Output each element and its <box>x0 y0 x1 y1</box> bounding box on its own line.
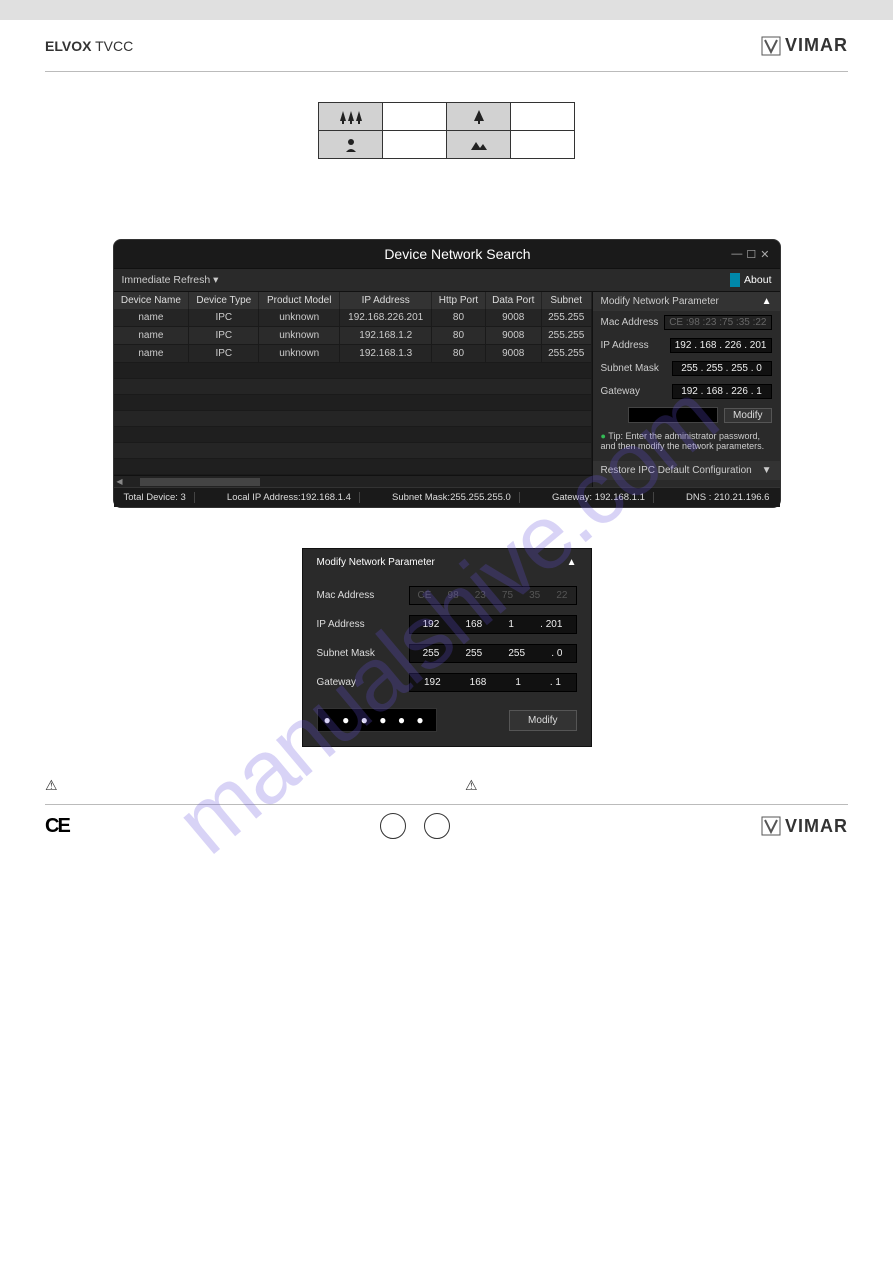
about-button[interactable]: About <box>730 273 771 287</box>
dns-titlebar: Device Network Search — ☐ ✕ <box>114 240 780 268</box>
modify-network-panel: Modify Network Parameter ▲ Mac Address C… <box>592 292 780 487</box>
dns-title: Device Network Search <box>384 246 530 262</box>
brand-light: TVCC <box>95 38 133 54</box>
vimar-text: VIMAR <box>785 816 848 837</box>
ip-label: IP Address <box>601 340 649 351</box>
mac-field: CE :98 :23 :75 :35 :22 <box>664 315 771 330</box>
empty-cell <box>383 103 447 131</box>
person-icon <box>343 137 359 153</box>
password-input[interactable]: ● ● ● ● ● ● <box>317 708 437 732</box>
refresh-dropdown[interactable]: Immediate Refresh ▾ <box>122 274 219 286</box>
brand-logo-right: VIMAR <box>761 35 848 56</box>
tree-icon-cell <box>447 103 511 131</box>
subnet-label: Subnet Mask <box>601 363 659 374</box>
landscape-icon <box>470 138 488 152</box>
about-label: About <box>744 274 771 286</box>
vimar-mark-icon <box>761 36 781 56</box>
warning-icon: ⚠ <box>465 777 478 794</box>
ip-label: IP Address <box>317 619 397 630</box>
gateway-field[interactable]: 1921681. 1 <box>409 673 577 692</box>
brand-left: ELVOX TVCC <box>45 38 133 54</box>
person-icon-cell <box>319 131 383 159</box>
dns-toolbar: Immediate Refresh ▾ About <box>114 268 780 292</box>
close-button[interactable]: ✕ <box>760 248 769 261</box>
col-product-model[interactable]: Product Model <box>259 292 340 309</box>
vimar-mark-icon <box>761 816 781 836</box>
status-total: Total Device: 3 <box>122 492 195 503</box>
mac-label: Mac Address <box>601 317 659 328</box>
mac-label: Mac Address <box>317 590 397 601</box>
collapse-icon[interactable]: ▲ <box>762 296 772 307</box>
empty-cell <box>511 103 575 131</box>
status-bar: Total Device: 3 Local IP Address:192.168… <box>114 487 780 507</box>
landscape-icon-cell <box>447 131 511 159</box>
device-list-pane: Device Name Device Type Product Model IP… <box>114 292 592 487</box>
expand-icon[interactable]: ▼ <box>762 465 772 476</box>
col-device-name[interactable]: Device Name <box>114 292 189 309</box>
col-data-port[interactable]: Data Port <box>485 292 541 309</box>
gateway-field[interactable]: 192 . 168 . 226 . 1 <box>672 384 772 399</box>
table-row[interactable]: nameIPCunknown192.168.1.2809008255.255 <box>114 327 592 345</box>
mnp2-title: Modify Network Parameter <box>317 557 435 568</box>
gateway-label: Gateway <box>317 677 397 688</box>
subnet-field[interactable]: 255 . 255 . 255 . 0 <box>672 361 772 376</box>
collapse-icon[interactable]: ▲ <box>567 557 577 568</box>
modify-network-panel-detail: Modify Network Parameter ▲ Mac Address C… <box>302 548 592 747</box>
warning-icon: ⚠ <box>45 777 58 794</box>
restore-label[interactable]: Restore IPC Default Configuration <box>601 465 752 476</box>
tree-icon <box>471 109 487 125</box>
page-circle <box>380 813 406 839</box>
vimar-text: VIMAR <box>785 35 848 56</box>
modify-button[interactable]: Modify <box>724 408 771 423</box>
header-rule <box>45 71 848 72</box>
device-network-search-window: Device Network Search — ☐ ✕ Immediate Re… <box>113 239 781 508</box>
status-dns: DNS : 210.21.196.6 <box>678 492 771 503</box>
gateway-label: Gateway <box>601 386 640 397</box>
status-local-ip: Local IP Address:192.168.1.4 <box>219 492 360 503</box>
window-topbar <box>0 0 893 20</box>
brand-logo-footer: VIMAR <box>761 816 848 837</box>
page-circle <box>424 813 450 839</box>
about-icon <box>730 273 740 287</box>
maximize-button[interactable]: ☐ <box>746 248 756 261</box>
footer-rule <box>45 804 848 805</box>
col-ip-address[interactable]: IP Address <box>340 292 432 309</box>
table-row[interactable]: nameIPCunknown192.168.1.3809008255.255 <box>114 345 592 363</box>
trees-icon <box>338 109 364 125</box>
status-subnet: Subnet Mask:255.255.255.0 <box>384 492 520 503</box>
table-row[interactable]: nameIPCunknown192.168.226.201809008255.2… <box>114 309 592 327</box>
modify-button[interactable]: Modify <box>509 710 576 731</box>
icon-legend-table <box>318 102 575 159</box>
device-table: Device Name Device Type Product Model IP… <box>114 292 592 475</box>
page-footer: CE VIMAR <box>0 813 893 859</box>
empty-cell <box>511 131 575 159</box>
col-http-port[interactable]: Http Port <box>432 292 485 309</box>
ip-field[interactable]: 192 . 168 . 226 . 201 <box>670 338 772 353</box>
page-header: ELVOX TVCC VIMAR <box>0 20 893 66</box>
col-subnet[interactable]: Subnet <box>541 292 591 309</box>
subnet-label: Subnet Mask <box>317 648 397 659</box>
empty-cell <box>383 131 447 159</box>
trees-icon-cell <box>319 103 383 131</box>
subnet-field[interactable]: 255255255. 0 <box>409 644 577 663</box>
mnp-title: Modify Network Parameter <box>601 296 719 307</box>
col-device-type[interactable]: Device Type <box>189 292 259 309</box>
minimize-button[interactable]: — <box>731 248 742 260</box>
ce-mark: CE <box>45 815 69 838</box>
password-input[interactable] <box>628 407 718 423</box>
brand-bold: ELVOX <box>45 38 91 54</box>
status-gateway: Gateway: 192.168.1.1 <box>544 492 654 503</box>
ip-field[interactable]: 1921681. 201 <box>409 615 577 634</box>
tip-text: Tip: Enter the administrator password, a… <box>593 427 780 455</box>
mac-field: CE9823753522 <box>409 586 577 605</box>
page-circles <box>380 813 450 839</box>
horizontal-scrollbar[interactable]: ◀ <box>114 475 592 487</box>
warning-row: ⚠ ⚠ <box>0 777 893 794</box>
